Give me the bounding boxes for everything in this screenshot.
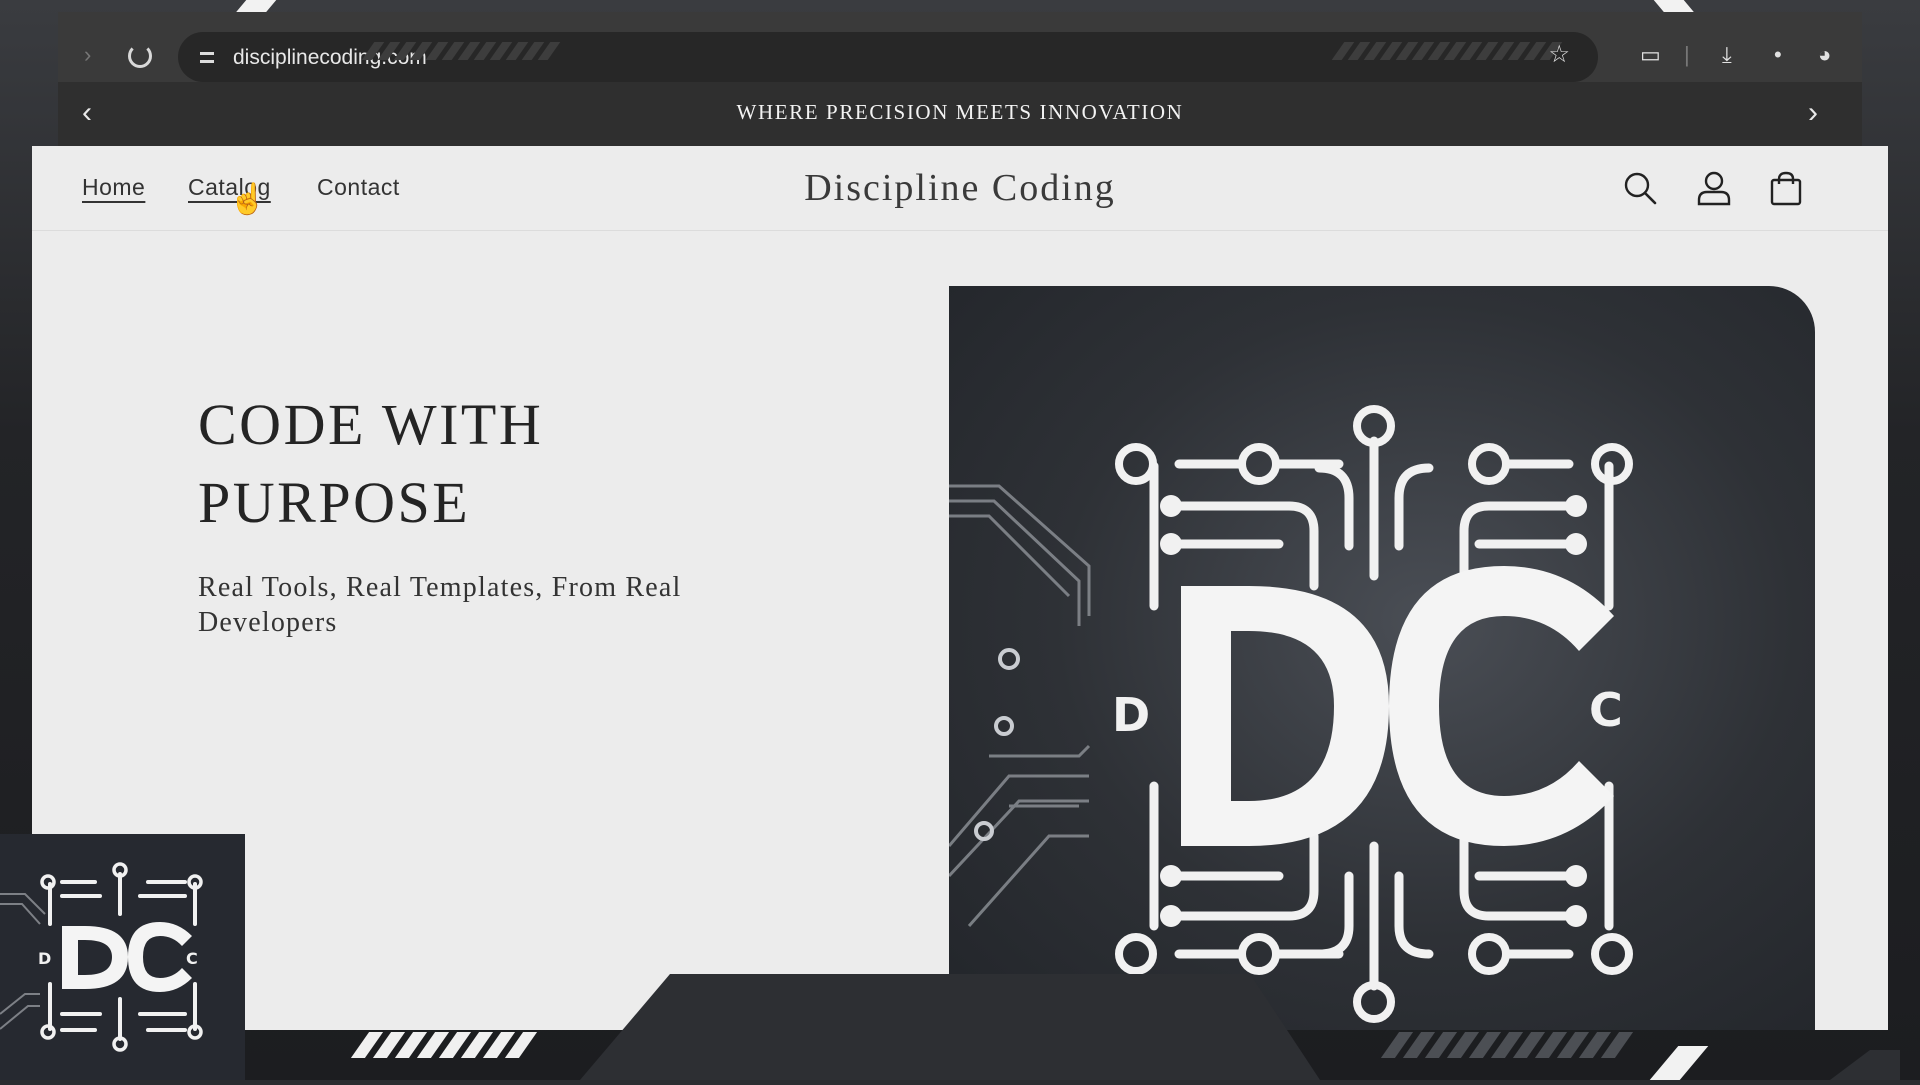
mini-logo-small-c: C — [186, 949, 198, 968]
hero-logo-image: D C — [949, 286, 1815, 1030]
site-info-icon[interactable] — [200, 52, 218, 64]
site-header: Home Catalog Contact Discipline Coding — [32, 146, 1888, 231]
search-icon[interactable] — [1622, 170, 1658, 206]
extension-icon[interactable]: ▭ — [1640, 42, 1661, 68]
user-icon[interactable] — [1696, 170, 1732, 206]
browser-toolbar: › disciplinecoding.com ☆ ▭ | ⤓ • ◕ — [58, 12, 1862, 83]
brand-name[interactable]: Discipline Coding — [32, 166, 1888, 210]
reload-icon[interactable] — [128, 44, 152, 68]
logo-small-c: C — [1589, 683, 1623, 737]
hero-title-line2: PURPOSE — [198, 470, 471, 535]
mini-dc-logo: D C — [0, 862, 203, 1052]
hero-subtitle: Real Tools, Real Templates, From Real De… — [198, 572, 682, 638]
hero-title-line1: CODE WITH — [198, 392, 544, 457]
download-icon[interactable]: ⤓ — [1722, 42, 1732, 68]
address-bar[interactable]: disciplinecoding.com ☆ — [178, 32, 1598, 82]
mini-logo-overlay: D C — [0, 834, 245, 1080]
announcement-bar: ‹ WHERE PRECISION MEETS INNOVATION › — [58, 82, 1862, 146]
logo-small-d: D — [1112, 688, 1150, 742]
bag-icon[interactable] — [1768, 170, 1804, 206]
toolbar-divider: | — [1684, 42, 1690, 67]
announcement-text: WHERE PRECISION MEETS INNOVATION — [736, 100, 1184, 124]
mini-logo-small-d: D — [38, 949, 51, 968]
hero-title: CODE WITH PURPOSE — [198, 386, 798, 542]
pointer-cursor-icon: ☝ — [229, 183, 267, 216]
more-icon[interactable]: • — [1774, 42, 1782, 68]
announcement-next-icon[interactable]: › — [1808, 96, 1818, 130]
star-icon[interactable]: ☆ — [1548, 40, 1570, 69]
forward-arrow-icon[interactable]: › — [84, 42, 91, 68]
url-stripes — [1331, 42, 1563, 60]
store-page: Home Catalog Contact Discipline Coding C… — [32, 146, 1888, 1030]
frame-bottom — [580, 974, 1900, 1080]
profile-avatar[interactable]: ◕ — [1818, 42, 1831, 68]
dc-circuit-logo: D C — [949, 405, 1633, 1023]
url-stripes — [361, 42, 561, 60]
